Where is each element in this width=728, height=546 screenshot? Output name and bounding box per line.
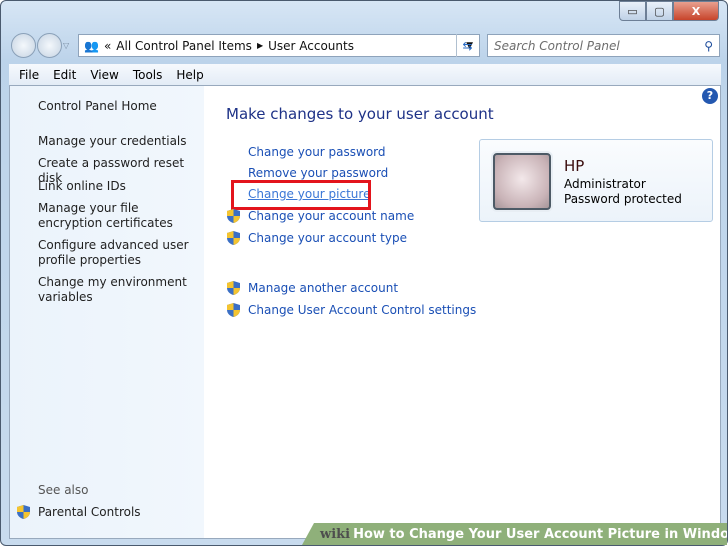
window: ▭ ▢ X ▽ 👥 « All Control Panel Items ▶ Us…: [0, 0, 728, 546]
separator-icon: ▶: [256, 41, 264, 50]
sidebar: Control Panel Home Manage your credentia…: [10, 86, 204, 538]
breadcrumb-user-accounts[interactable]: User Accounts: [268, 39, 354, 53]
sidebar-item-online-ids[interactable]: Link online IDs: [38, 179, 198, 194]
watermark: wiki How to Change Your User Account Pict…: [302, 523, 727, 545]
account-card: HP Administrator Password protected: [479, 139, 713, 222]
shield-icon: [227, 209, 240, 223]
sidebar-item-profile-properties[interactable]: Configure advanced user profile properti…: [38, 238, 198, 268]
address-bar[interactable]: 👥 « All Control Panel Items ▶ User Accou…: [78, 34, 480, 57]
menu-tools[interactable]: Tools: [133, 68, 163, 82]
account-name: HP: [564, 157, 585, 175]
change-password-link[interactable]: Change your password: [248, 145, 386, 159]
highlight-box: [231, 180, 371, 210]
recent-pages-icon[interactable]: ▽: [63, 41, 69, 50]
shield-icon: [227, 231, 240, 245]
account-type: Administrator: [564, 177, 646, 191]
refresh-button[interactable]: ⇆: [456, 34, 478, 57]
help-icon[interactable]: ?: [702, 88, 718, 104]
search-input[interactable]: Search Control Panel ⚲: [487, 34, 720, 57]
sidebar-item-credentials[interactable]: Manage your credentials: [38, 134, 198, 149]
sidebar-item-encryption[interactable]: Manage your file encryption certificates: [38, 201, 198, 231]
back-button[interactable]: [11, 33, 36, 58]
menu-edit[interactable]: Edit: [53, 68, 76, 82]
close-button[interactable]: X: [673, 1, 719, 21]
breadcrumb-all-items[interactable]: All Control Panel Items: [116, 39, 252, 53]
control-panel-home-link[interactable]: Control Panel Home: [38, 99, 198, 114]
minimize-button[interactable]: ▭: [619, 1, 646, 21]
shield-icon: [227, 281, 240, 295]
forward-button[interactable]: [37, 33, 62, 58]
menu-help[interactable]: Help: [176, 68, 203, 82]
change-account-type-link[interactable]: Change your account type: [248, 231, 407, 245]
see-also-label: See also: [38, 483, 89, 497]
maximize-button[interactable]: ▢: [646, 1, 673, 21]
uac-settings-link[interactable]: Change User Account Control settings: [248, 303, 476, 317]
shield-icon: [227, 303, 240, 317]
sidebar-item-environment[interactable]: Change my environment variables: [38, 275, 198, 305]
remove-password-link[interactable]: Remove your password: [248, 166, 388, 180]
menu-view[interactable]: View: [90, 68, 118, 82]
content-area: Control Panel Home Manage your credentia…: [9, 85, 721, 539]
account-status: Password protected: [564, 192, 682, 206]
page-title: Make changes to your user account: [226, 105, 494, 123]
address-chevrons[interactable]: «: [104, 39, 111, 53]
parental-controls-link[interactable]: Parental Controls: [38, 505, 198, 520]
manage-another-account-link[interactable]: Manage another account: [248, 281, 398, 295]
search-icon[interactable]: ⚲: [704, 39, 713, 53]
account-picture: [493, 153, 551, 210]
menu-file[interactable]: File: [19, 68, 39, 82]
shield-icon: [17, 505, 30, 519]
users-icon: 👥: [84, 38, 99, 53]
menu-bar: File Edit View Tools Help: [9, 64, 721, 85]
change-account-name-link[interactable]: Change your account name: [248, 209, 414, 223]
